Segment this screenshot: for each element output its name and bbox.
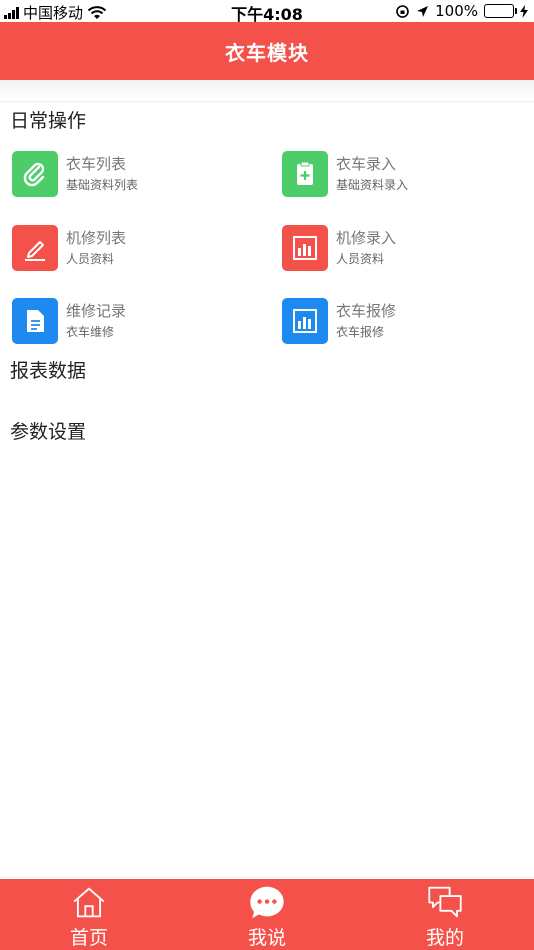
item-title: 衣车录入 <box>336 155 397 173</box>
item-title: 机修列表 <box>66 229 127 247</box>
item-title: 衣车列表 <box>66 155 127 173</box>
status-bar: 中国移动 下午4:08 100% <box>0 0 534 24</box>
item-subtitle: 衣车维修 <box>66 325 115 339</box>
item-title: 机修录入 <box>336 229 397 247</box>
item-subtitle: 衣车报修 <box>336 325 385 339</box>
item-subtitle: 人员资料 <box>66 252 115 266</box>
clipboard-plus-icon <box>282 151 328 197</box>
item-subtitle: 人员资料 <box>336 252 385 266</box>
section-title-reports[interactable]: 报表数据 <box>10 356 86 383</box>
tab-label: 首页 <box>69 927 108 949</box>
bar-chart-icon <box>282 225 328 271</box>
battery-icon <box>484 4 517 18</box>
grid-item-car-repair-report[interactable]: 衣车报修 衣车报修 <box>282 297 532 345</box>
grid-item-car-entry[interactable]: 衣车录入 基础资料录入 <box>282 150 532 198</box>
tab-chat[interactable]: 我说 <box>197 879 337 950</box>
tab-bar: 首页 我说 我的 <box>0 879 534 950</box>
location-arrow-icon <box>417 5 429 17</box>
bar-chart-icon <box>282 298 328 344</box>
nav-divider <box>0 80 534 102</box>
pencil-icon <box>12 225 58 271</box>
grid-item-repair-list[interactable]: 机修列表 人员资料 <box>12 224 262 272</box>
nav-bar: 衣车模块 <box>0 22 534 80</box>
charging-bolt-icon <box>520 4 528 18</box>
tab-label: 我说 <box>247 927 286 949</box>
document-icon <box>12 298 58 344</box>
chat-bubble-icon <box>250 886 284 919</box>
item-subtitle: 基础资料录入 <box>336 178 409 192</box>
tab-home[interactable]: 首页 <box>19 879 159 950</box>
item-title: 衣车报修 <box>336 302 397 320</box>
section-title-settings[interactable]: 参数设置 <box>10 417 86 444</box>
home-icon <box>73 887 105 918</box>
section-title-daily: 日常操作 <box>10 110 87 132</box>
grid-item-car-list[interactable]: 衣车列表 基础资料列表 <box>12 150 262 198</box>
tab-label: 我的 <box>425 927 464 949</box>
grid-item-repair-records[interactable]: 维修记录 衣车维修 <box>12 297 262 345</box>
page-title: 衣车模块 <box>225 40 309 65</box>
tab-mine[interactable]: 我的 <box>375 879 515 950</box>
paperclip-icon <box>12 151 58 197</box>
grid-item-repair-entry[interactable]: 机修录入 人员资料 <box>282 224 532 272</box>
battery-percent: 100% <box>435 2 478 20</box>
item-subtitle: 基础资料列表 <box>66 178 139 192</box>
chat-windows-icon <box>428 886 462 918</box>
rotation-lock-icon <box>396 4 409 18</box>
item-title: 维修记录 <box>66 302 127 320</box>
